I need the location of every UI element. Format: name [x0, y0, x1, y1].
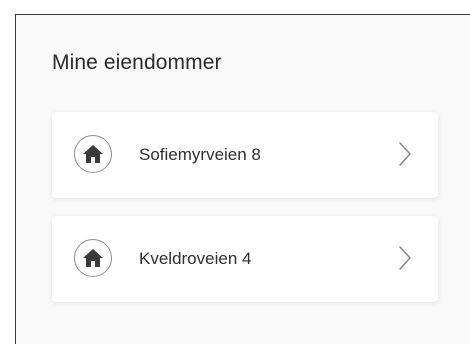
property-label: Kveldroveien 4 [139, 249, 252, 268]
property-item-kveldroveien[interactable]: Kveldroveien 4 [52, 216, 438, 302]
chevron-right-icon [399, 142, 411, 166]
chevron-right-icon [399, 246, 411, 270]
section-title: Mine eiendommer [52, 51, 222, 74]
properties-panel: Mine eiendommer Sofiemyrveien 8 Kveldrov… [15, 14, 470, 344]
home-icon [74, 135, 112, 173]
property-item-sofiemyrveien[interactable]: Sofiemyrveien 8 [52, 112, 438, 198]
home-icon [74, 239, 112, 277]
property-label: Sofiemyrveien 8 [139, 145, 261, 164]
